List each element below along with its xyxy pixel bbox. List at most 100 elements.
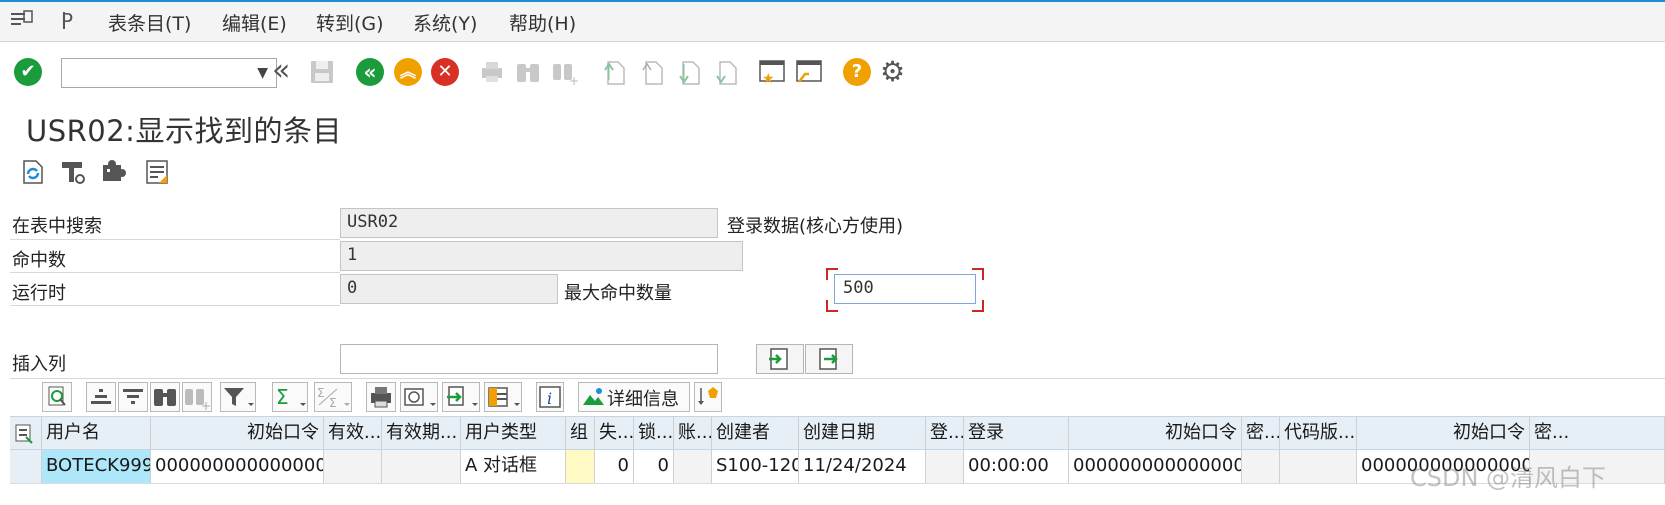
info-button[interactable]: i	[536, 382, 564, 412]
table-cell[interactable]	[324, 450, 382, 483]
table-cell[interactable]	[1280, 450, 1357, 483]
subtotal-button[interactable]: ΣΣ	[314, 382, 352, 412]
select-all-icon[interactable]	[10, 417, 42, 449]
table-cell[interactable]: A 对话框	[461, 450, 566, 483]
table-cell[interactable]: 0	[634, 450, 674, 483]
table-cell[interactable]: 00:00:00	[964, 450, 1069, 483]
table-cell[interactable]: S100-120	[712, 450, 799, 483]
insert-column-label: 插入列	[12, 354, 66, 375]
insert-column-button[interactable]	[756, 344, 804, 374]
export-icon	[769, 348, 788, 370]
hits-field[interactable]: 1	[340, 241, 743, 271]
insert-column-end-button[interactable]	[805, 344, 853, 374]
print-icon[interactable]	[478, 58, 506, 86]
list-document-icon[interactable]	[142, 157, 172, 187]
export-button[interactable]	[442, 382, 480, 412]
focus-corner	[972, 268, 984, 280]
table-cell[interactable]: 0	[595, 450, 634, 483]
menu-edit[interactable]: 编辑(E)	[222, 9, 287, 36]
table-cell[interactable]: 0000000000000000	[151, 450, 324, 483]
shortcut-icon[interactable]	[795, 58, 823, 86]
enter-checkmark-icon[interactable]: ✔	[14, 58, 42, 86]
first-page-icon[interactable]	[600, 58, 628, 86]
sort-ascending-icon	[91, 389, 111, 404]
column-header[interactable]: 初始口令	[151, 417, 324, 449]
previous-page-icon[interactable]	[638, 58, 666, 86]
column-header[interactable]: 失...	[595, 417, 634, 449]
menu-icon[interactable]	[10, 10, 34, 36]
back-icon[interactable]: «	[356, 58, 384, 86]
last-page-icon[interactable]	[712, 58, 740, 86]
column-header[interactable]: 有效期...	[382, 417, 461, 449]
sort-menu-button[interactable]	[694, 382, 722, 412]
column-header[interactable]: 密...	[1530, 417, 1665, 449]
menu-goto[interactable]: 转到(G)	[316, 9, 384, 36]
find-icon[interactable]	[514, 58, 542, 86]
sort-descending-button[interactable]	[118, 382, 148, 412]
cancel-icon[interactable]: ✕	[431, 58, 459, 86]
table-cell[interactable]	[674, 450, 712, 483]
sum-button[interactable]: Σ	[272, 382, 308, 412]
binoculars-icon	[154, 389, 176, 406]
column-header[interactable]: 锁...	[634, 417, 674, 449]
details-button[interactable]: 详细信息	[578, 382, 690, 412]
column-header[interactable]: 组	[566, 417, 595, 449]
sort-menu-icon	[698, 387, 718, 405]
table-cell[interactable]: 11/24/2024	[799, 450, 926, 483]
tools-icon[interactable]	[58, 157, 88, 187]
puzzle-icon[interactable]	[98, 157, 128, 187]
column-header[interactable]: 账...	[674, 417, 712, 449]
column-header[interactable]: 创建日期	[799, 417, 926, 449]
column-header[interactable]: 创建者	[712, 417, 799, 449]
row-selector[interactable]	[10, 450, 42, 483]
menu-table-entry[interactable]: 表条目(T)	[108, 9, 191, 36]
details-button-label: 详细信息	[607, 389, 679, 410]
gear-icon[interactable]: ⚙	[880, 58, 908, 86]
filter-button[interactable]	[220, 382, 256, 412]
find-next-icon[interactable]: +	[551, 58, 579, 88]
views-button[interactable]	[400, 382, 438, 412]
help-icon[interactable]: ?	[843, 58, 871, 86]
column-header[interactable]: 用户类型	[461, 417, 566, 449]
runtime-label: 运行时	[12, 283, 66, 304]
column-header[interactable]: 初始口令	[1069, 417, 1242, 449]
max-hits-field[interactable]: 500	[834, 274, 976, 304]
select-details-button[interactable]	[42, 382, 72, 412]
sort-ascending-button[interactable]	[86, 382, 116, 412]
svg-text:+: +	[201, 399, 211, 411]
exit-icon[interactable]: ︽	[394, 58, 422, 86]
layout-button[interactable]	[484, 382, 522, 412]
find-button[interactable]	[150, 382, 180, 412]
save-icon[interactable]	[308, 58, 336, 86]
column-header[interactable]: 密...	[1242, 417, 1280, 449]
focus-corner	[826, 268, 838, 280]
column-header[interactable]: 代码版...	[1280, 417, 1357, 449]
next-page-icon[interactable]	[675, 58, 703, 86]
table-cell[interactable]	[926, 450, 964, 483]
column-header[interactable]: 用户名	[42, 417, 151, 449]
table-cell[interactable]	[1242, 450, 1280, 483]
new-session-icon[interactable]: ★	[758, 58, 786, 87]
print-button[interactable]	[366, 382, 396, 412]
search-table-field[interactable]: USR02	[340, 208, 718, 238]
column-header[interactable]: 有效...	[324, 417, 382, 449]
command-field[interactable]: ▼	[61, 58, 277, 88]
table-cell[interactable]: 0000000000000000	[1069, 450, 1242, 483]
insert-column-field[interactable]	[340, 344, 718, 374]
menu-help[interactable]: 帮助(H)	[509, 9, 576, 36]
menu-bar: P 表条目(T) 编辑(E) 转到(G) 系统(Y) 帮助(H)	[0, 0, 1665, 42]
find-next-button[interactable]: +	[182, 382, 212, 413]
svg-text:Σ: Σ	[317, 386, 325, 400]
runtime-field[interactable]: 0	[340, 274, 558, 304]
column-header[interactable]: 初始口令	[1357, 417, 1530, 449]
table-cell-username[interactable]: BOTECK999	[42, 450, 151, 483]
menu-system[interactable]: 系统(Y)	[413, 9, 477, 36]
column-header[interactable]: 登录	[964, 417, 1069, 449]
table-cell[interactable]	[382, 450, 461, 483]
refresh-icon[interactable]	[18, 157, 48, 187]
table-cell[interactable]	[566, 450, 595, 483]
layout-menu-icon[interactable]: P	[60, 9, 86, 36]
double-chevron-left-icon[interactable]: «	[272, 56, 300, 86]
column-header[interactable]: 登...	[926, 417, 964, 449]
chevron-down-icon[interactable]: ▼	[257, 65, 268, 81]
